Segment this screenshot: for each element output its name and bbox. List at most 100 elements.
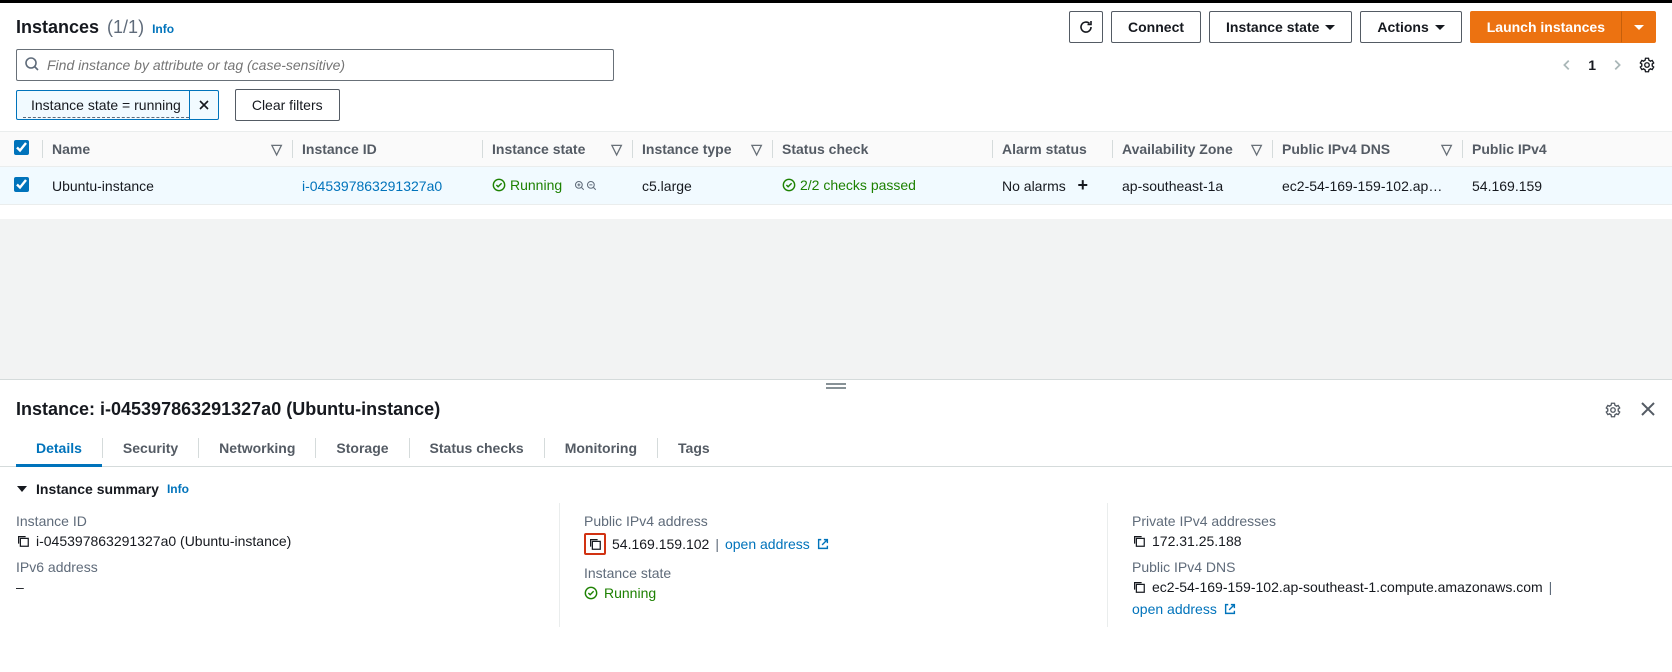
instance-state-button[interactable]: Instance state <box>1209 11 1352 43</box>
col-instance-state[interactable]: Instance state <box>492 141 585 157</box>
actions-button[interactable]: Actions <box>1360 11 1461 43</box>
status-text: 2/2 checks passed <box>800 177 916 193</box>
clear-filters-button[interactable]: Clear filters <box>235 89 340 121</box>
col-instance-id[interactable]: Instance ID <box>302 141 377 157</box>
cell-status: 2/2 checks passed <box>782 177 916 193</box>
caret-down-icon <box>16 483 28 495</box>
close-icon <box>198 99 210 111</box>
cell-instance-id[interactable]: i-045397863291327a0 <box>302 178 442 194</box>
launch-instances-dropdown[interactable] <box>1622 11 1656 43</box>
search-input[interactable] <box>16 49 614 81</box>
tab-tags[interactable]: Tags <box>658 430 730 466</box>
copy-private-ip[interactable] <box>1132 534 1146 548</box>
col-instance-type[interactable]: Instance type <box>642 141 731 157</box>
add-alarm[interactable]: + <box>1077 175 1088 195</box>
table-row[interactable]: Ubuntu-instance i-045397863291327a0 Runn… <box>0 167 1672 205</box>
copy-instance-id[interactable] <box>16 534 30 548</box>
filter-chip-remove[interactable] <box>189 91 218 119</box>
value-public-ip: 54.169.159.102 <box>612 536 709 552</box>
tab-monitoring[interactable]: Monitoring <box>545 430 657 466</box>
cell-state: Running <box>492 177 562 193</box>
grip-icon <box>826 383 846 389</box>
launch-instances-button[interactable]: Launch instances <box>1470 11 1622 43</box>
caret-down-icon <box>1435 25 1445 30</box>
cell-alarm: No alarms <box>1002 178 1066 194</box>
external-link-icon[interactable] <box>1223 602 1237 616</box>
summary-heading: Instance summary <box>36 481 159 497</box>
open-address-dns-link[interactable]: open address <box>1132 601 1217 617</box>
filter-chip-label: Instance state = running <box>23 93 189 118</box>
col-public-dns[interactable]: Public IPv4 DNS <box>1282 141 1390 157</box>
gear-icon <box>1604 401 1622 419</box>
copy-dns[interactable] <box>1132 580 1146 594</box>
instance-count: (1/1) <box>107 17 144 38</box>
tab-status-checks[interactable]: Status checks <box>410 430 544 466</box>
col-status-check[interactable]: Status check <box>782 141 868 157</box>
copy-icon <box>16 534 30 548</box>
row-checkbox[interactable] <box>14 177 29 192</box>
col-az[interactable]: Availability Zone <box>1122 141 1233 157</box>
page-title: Instances <box>16 17 99 38</box>
page-number: 1 <box>1588 57 1596 73</box>
refresh-button[interactable] <box>1069 11 1103 43</box>
resize-handle[interactable] <box>0 379 1672 391</box>
cell-az: ap-southeast-1a <box>1112 167 1272 205</box>
col-public-ip[interactable]: Public IPv4 <box>1472 141 1547 157</box>
detail-settings[interactable] <box>1604 401 1622 419</box>
check-circle-icon <box>584 586 598 600</box>
open-address-link[interactable]: open address <box>725 536 810 552</box>
col-alarm-status[interactable]: Alarm status <box>1002 141 1087 157</box>
sort-icon[interactable]: ▽ <box>751 141 762 158</box>
check-circle-icon <box>782 178 796 192</box>
tab-storage[interactable]: Storage <box>316 430 408 466</box>
label-instance-id: Instance ID <box>16 513 539 529</box>
horizontal-scrollbar[interactable] <box>0 205 1672 219</box>
external-link-icon[interactable] <box>816 537 830 551</box>
tab-security[interactable]: Security <box>103 430 198 466</box>
empty-area <box>0 219 1672 379</box>
copy-icon <box>588 537 602 551</box>
instance-state-label: Instance state <box>1226 19 1319 35</box>
caret-down-icon <box>1325 25 1335 30</box>
copy-public-ip[interactable] <box>584 533 606 555</box>
check-circle-icon <box>492 178 506 192</box>
value-instance-id: i-045397863291327a0 (Ubuntu-instance) <box>36 533 291 549</box>
cell-type: c5.large <box>632 167 772 205</box>
magnify-icons[interactable] <box>574 179 598 195</box>
filter-chip[interactable]: Instance state = running <box>16 90 219 120</box>
actions-label: Actions <box>1377 19 1428 35</box>
col-name[interactable]: Name <box>52 141 90 157</box>
cell-name: Ubuntu-instance <box>42 167 292 205</box>
label-ipv6: IPv6 address <box>16 559 539 575</box>
page-next[interactable] <box>1610 58 1624 72</box>
tab-details[interactable]: Details <box>16 430 102 466</box>
cell-ip: 54.169.159 <box>1462 167 1672 205</box>
page-prev[interactable] <box>1560 58 1574 72</box>
copy-icon <box>1132 580 1146 594</box>
cell-dns: ec2-54-169-159-102.ap… <box>1272 167 1462 205</box>
info-link[interactable]: Info <box>152 22 174 36</box>
sort-icon[interactable]: ▽ <box>611 141 622 158</box>
sort-icon[interactable]: ▽ <box>1251 141 1262 158</box>
tab-networking[interactable]: Networking <box>199 430 315 466</box>
detail-close[interactable] <box>1640 401 1656 419</box>
label-public-ip: Public IPv4 address <box>584 513 1087 529</box>
label-state: Instance state <box>584 565 1087 581</box>
sort-icon[interactable]: ▽ <box>1441 141 1452 158</box>
refresh-icon <box>1078 19 1094 35</box>
label-dns: Public IPv4 DNS <box>1132 559 1636 575</box>
search-icon <box>24 56 40 72</box>
state-text: Running <box>510 177 562 193</box>
settings-button[interactable] <box>1638 56 1656 74</box>
instance-summary-toggle[interactable]: Instance summary Info <box>16 481 1656 497</box>
connect-button[interactable]: Connect <box>1111 11 1201 43</box>
value-dns: ec2-54-169-159-102.ap-southeast-1.comput… <box>1152 579 1543 595</box>
close-icon <box>1640 401 1656 417</box>
select-all-checkbox[interactable] <box>14 140 29 155</box>
detail-title: Instance: i-045397863291327a0 (Ubuntu-in… <box>16 399 440 420</box>
caret-down-icon <box>1634 25 1644 30</box>
sort-icon[interactable]: ▽ <box>271 141 282 158</box>
summary-info-link[interactable]: Info <box>167 482 189 496</box>
gear-icon <box>1638 56 1656 74</box>
label-private-ip: Private IPv4 addresses <box>1132 513 1636 529</box>
